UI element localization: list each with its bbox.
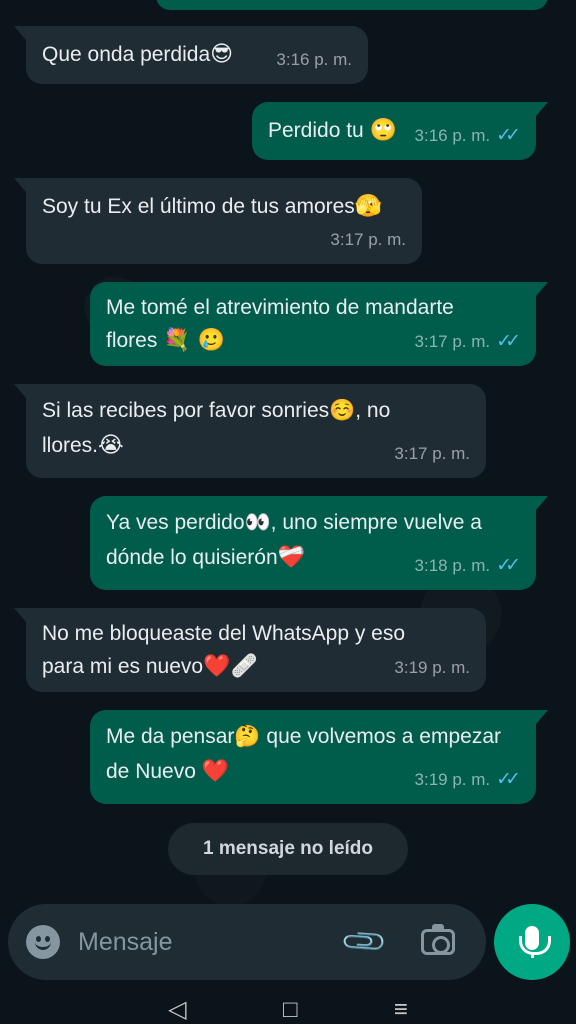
camera-icon[interactable]	[421, 924, 456, 955]
flowers-tear-emoji: 💐 🥲	[163, 328, 225, 353]
message-text: dónde lo quisierón	[106, 546, 278, 569]
message-composer: 📎	[8, 904, 486, 980]
message-incoming[interactable]: Soy tu Ex el último de tus amores🫣 3:17 …	[14, 178, 422, 264]
message-incoming[interactable]: Que onda perdida😎 3:16 p. m.	[14, 26, 368, 84]
message-text: Que onda perdida	[42, 43, 211, 66]
message-text: No me bloqueaste del WhatsApp y eso	[42, 622, 406, 645]
nav-home-icon[interactable]: □	[283, 996, 298, 1024]
message-outgoing[interactable]: Me tomé el atrevimiento de mandarte flor…	[90, 282, 548, 366]
read-ticks-icon: ✓✓	[496, 125, 521, 146]
unread-label: 1 mensaje no leído	[203, 838, 373, 859]
message-time: 3:18 p. m.	[414, 556, 491, 575]
nav-recents-icon[interactable]: ≡	[394, 996, 408, 1024]
paperclip-icon[interactable]: 📎	[339, 916, 390, 967]
message-incoming[interactable]: No me bloqueaste del WhatsApp y eso para…	[14, 608, 486, 692]
message-text: Soy tu Ex el último de tus amores	[42, 195, 355, 218]
read-ticks-icon: ✓✓	[496, 555, 521, 576]
heart-bandage-emoji: ❤️🩹	[203, 654, 258, 679]
red-heart-emoji: ❤️	[201, 759, 230, 784]
message-time: 3:17 p. m.	[394, 444, 470, 463]
message-incoming[interactable]: Si las recibes por favor sonries☺️, no l…	[14, 384, 486, 478]
message-text: Si las recibes por favor sonries☺️, no	[42, 399, 391, 422]
message-time: 3:19 p. m.	[394, 658, 470, 677]
message-text: Ya ves perdido👀, uno siempre vuelve a	[106, 511, 482, 534]
message-text: de Nuevo	[106, 760, 202, 783]
emoji-icon[interactable]	[26, 925, 60, 959]
message-text: Me da pensar🤔 que volvemos a empezar	[106, 725, 502, 748]
message-outgoing[interactable]: Perdido tu 🙄 3:16 p. m. ✓✓	[252, 102, 548, 160]
peeking-emoji: 🫣	[354, 194, 383, 219]
mending-heart-emoji: ❤️‍🩹	[277, 545, 306, 570]
read-ticks-icon: ✓✓	[496, 331, 521, 352]
read-ticks-icon: ✓✓	[496, 769, 521, 790]
message-text: Me tomé el atrevimiento de mandarte	[106, 296, 454, 319]
message-outgoing[interactable]: Ya ves perdido👀, uno siempre vuelve a dó…	[90, 496, 548, 590]
voice-message-button[interactable]	[494, 904, 570, 980]
previous-message-bubble	[156, 0, 548, 10]
message-time: 3:16 p. m.	[414, 126, 491, 145]
unread-messages-banner: 1 mensaje no leído	[168, 823, 408, 875]
system-navigation-bar: ◁ □ ≡	[0, 996, 576, 1024]
message-time: 3:16 p. m.	[276, 50, 352, 69]
message-text: Perdido tu	[268, 119, 370, 142]
message-time: 3:17 p. m.	[414, 332, 491, 351]
message-outgoing[interactable]: Me da pensar🤔 que volvemos a empezar de …	[90, 710, 548, 804]
message-time: 3:19 p. m.	[414, 770, 491, 789]
sunglasses-emoji: 😎	[210, 42, 234, 67]
message-text: flores	[106, 329, 164, 352]
message-input[interactable]	[78, 927, 338, 957]
message-list[interactable]: Que onda perdida😎 3:16 p. m. Perdido tu …	[0, 0, 576, 900]
nav-back-icon[interactable]: ◁	[168, 995, 186, 1024]
crying-emoji: 😭	[98, 433, 124, 458]
message-text: llores.	[42, 434, 99, 457]
mic-icon	[519, 926, 551, 958]
message-time: 3:17 p. m.	[330, 230, 406, 249]
message-text: para mi es nuevo	[42, 655, 204, 678]
eye-roll-emoji: 🙄	[369, 118, 397, 143]
